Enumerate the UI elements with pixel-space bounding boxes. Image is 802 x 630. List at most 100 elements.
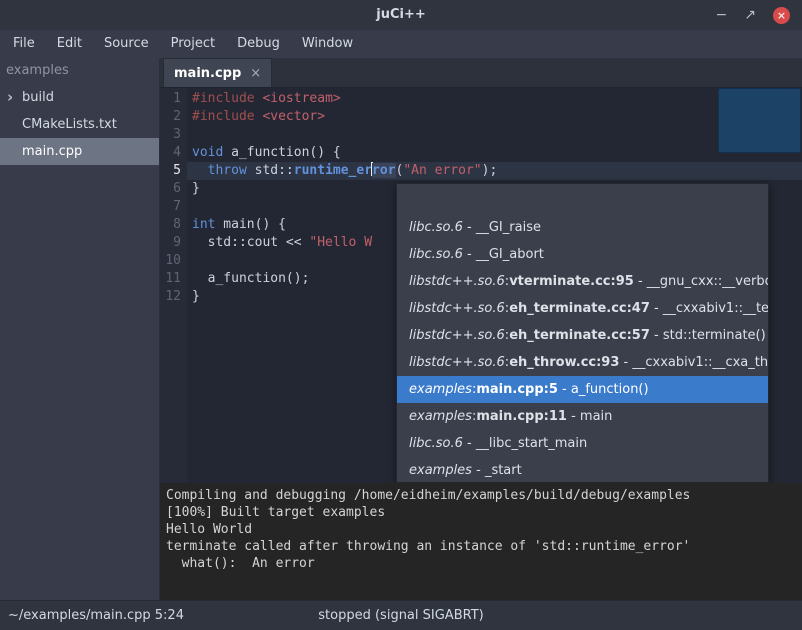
line-number: 11 xyxy=(160,270,187,288)
code-token: } xyxy=(192,289,200,304)
terminal-output[interactable]: Compiling and debugging /home/eidheim/ex… xyxy=(160,483,802,600)
line-number: 6 xyxy=(160,180,187,198)
backtrace-list: libc.so.6 - __GI_raiselibc.so.6 - __GI_a… xyxy=(397,214,768,484)
line-number: 8 xyxy=(160,216,187,234)
code-token: void xyxy=(192,145,223,160)
restore-icon[interactable]: ↗ xyxy=(744,8,756,22)
close-icon[interactable]: × xyxy=(773,7,790,24)
code-line[interactable]: void a_function() { xyxy=(187,144,802,162)
code-line[interactable] xyxy=(187,126,802,144)
tab-close-icon[interactable]: × xyxy=(250,66,261,81)
line-number: 10 xyxy=(160,252,187,270)
status-file-position: ~/examples/main.cpp 5:24 xyxy=(8,601,184,630)
backtrace-item[interactable]: libstdc++.so.6:eh_throw.cc:93 - __cxxabi… xyxy=(397,349,768,376)
line-number: 7 xyxy=(160,198,187,216)
backtrace-separator: - xyxy=(634,274,647,289)
menu-item-edit[interactable]: Edit xyxy=(46,30,93,58)
minimize-icon[interactable]: − xyxy=(716,8,728,22)
backtrace-module: libstdc++.so.6 xyxy=(409,274,505,289)
code-token: #include xyxy=(192,109,262,124)
status-debug-state: stopped (signal SIGABRT) xyxy=(318,601,483,630)
backtrace-module: libc.so.6 xyxy=(409,436,463,451)
tree-item-label: main.cpp xyxy=(22,144,82,159)
code-token: runtime_er xyxy=(294,163,372,178)
type-tooltip-popup xyxy=(718,88,801,153)
code-token: int xyxy=(192,217,215,232)
code-token: <vector> xyxy=(262,109,325,124)
app-window: juCi++ − ↗ × FileEditSourceProjectDebugW… xyxy=(0,0,802,630)
title-bar[interactable]: juCi++ − ↗ × xyxy=(0,0,802,31)
backtrace-item[interactable]: examples:main.cpp:5 - a_function() xyxy=(397,376,768,403)
window-controls: − ↗ × xyxy=(716,0,790,30)
backtrace-module: libstdc++.so.6 xyxy=(409,328,505,343)
backtrace-item[interactable]: libc.so.6 - __GI_abort xyxy=(397,241,768,268)
backtrace-module: examples xyxy=(409,463,472,478)
backtrace-location: eh_throw.cc:93 xyxy=(509,355,619,370)
backtrace-item[interactable]: libstdc++.so.6:eh_terminate.cc:47 - __cx… xyxy=(397,295,768,322)
backtrace-separator: - xyxy=(472,463,485,478)
code-token: throw xyxy=(208,163,247,178)
tree-item-build[interactable]: ›build xyxy=(0,84,159,111)
code-token: ror xyxy=(372,163,395,178)
backtrace-item[interactable]: examples:main.cpp:11 - main xyxy=(397,403,768,430)
code-token: "Hello W xyxy=(309,235,372,250)
backtrace-location: main.cpp:5 xyxy=(476,382,558,397)
code-line[interactable]: #include <iostream> xyxy=(187,90,802,108)
code-line[interactable]: #include <vector> xyxy=(187,108,802,126)
code-token: } xyxy=(192,181,200,196)
gutter: 123456789101112 xyxy=(160,88,187,483)
backtrace-separator: - xyxy=(567,409,580,424)
menu-item-debug[interactable]: Debug xyxy=(226,30,291,58)
backtrace-item[interactable]: libc.so.6 - __libc_start_main xyxy=(397,430,768,457)
tree-item-label: CMakeLists.txt xyxy=(22,117,117,132)
backtrace-separator: - xyxy=(463,247,476,262)
backtrace-function: main xyxy=(580,409,612,424)
backtrace-function: __GI_raise xyxy=(476,220,541,235)
line-number: 1 xyxy=(160,90,187,108)
tab-bar: main.cpp × xyxy=(160,58,802,88)
menu-item-file[interactable]: File xyxy=(2,30,46,58)
backtrace-module: libstdc++.so.6 xyxy=(409,301,505,316)
backtrace-function: __cxxabiv1::__term xyxy=(663,301,768,316)
backtrace-location: vterminate.cc:95 xyxy=(509,274,634,289)
code-token: ); xyxy=(482,163,498,178)
backtrace-separator: - xyxy=(463,220,476,235)
terminal-line: Hello World xyxy=(166,521,796,538)
backtrace-module: examples xyxy=(409,382,472,397)
code-token: std:: xyxy=(247,163,294,178)
code-line[interactable]: throw std::runtime_error("An error"); xyxy=(187,162,802,180)
file-explorer: examples ›buildCMakeLists.txtmain.cpp xyxy=(0,58,160,600)
tab-label: main.cpp xyxy=(174,66,241,81)
code-token: std::cout << xyxy=(192,235,309,250)
tree-item-main-cpp[interactable]: main.cpp xyxy=(0,138,159,165)
code-token: a_function() { xyxy=(223,145,340,160)
backtrace-function: std::terminate() xyxy=(663,328,766,343)
menu-item-window[interactable]: Window xyxy=(291,30,364,58)
backtrace-separator: - xyxy=(463,436,476,451)
menu-item-project[interactable]: Project xyxy=(160,30,226,58)
line-number: 4 xyxy=(160,144,187,162)
file-tree: ›build CMakeLists.txt main.cpp xyxy=(0,84,159,165)
backtrace-function: __GI_abort xyxy=(476,247,544,262)
backtrace-item[interactable]: libstdc++.so.6:vterminate.cc:95 - __gnu_… xyxy=(397,268,768,295)
backtrace-separator: - xyxy=(650,301,663,316)
line-number: 2 xyxy=(160,108,187,126)
backtrace-module: libc.so.6 xyxy=(409,247,463,262)
code-token: <iostream> xyxy=(262,91,340,106)
line-number: 12 xyxy=(160,288,187,306)
menu-item-source[interactable]: Source xyxy=(93,30,160,58)
terminal-line: Compiling and debugging /home/eidheim/ex… xyxy=(166,487,796,504)
backtrace-function: _start xyxy=(485,463,522,478)
backtrace-item[interactable]: libstdc++.so.6:eh_terminate.cc:57 - std:… xyxy=(397,322,768,349)
tab-main-cpp[interactable]: main.cpp × xyxy=(163,58,272,87)
tree-item-cmakelists-txt[interactable]: CMakeLists.txt xyxy=(0,111,159,138)
backtrace-location: eh_terminate.cc:47 xyxy=(509,301,650,316)
window-title: juCi++ xyxy=(0,0,802,30)
backtrace-function: __gnu_cxx::__verbos xyxy=(647,274,768,289)
backtrace-module: libstdc++.so.6 xyxy=(409,355,505,370)
line-number: 3 xyxy=(160,126,187,144)
code-token: #include xyxy=(192,91,262,106)
chevron-right-icon[interactable]: › xyxy=(7,84,13,111)
backtrace-item[interactable]: libc.so.6 - __GI_raise xyxy=(397,214,768,241)
backtrace-item[interactable]: examples - _start xyxy=(397,457,768,484)
